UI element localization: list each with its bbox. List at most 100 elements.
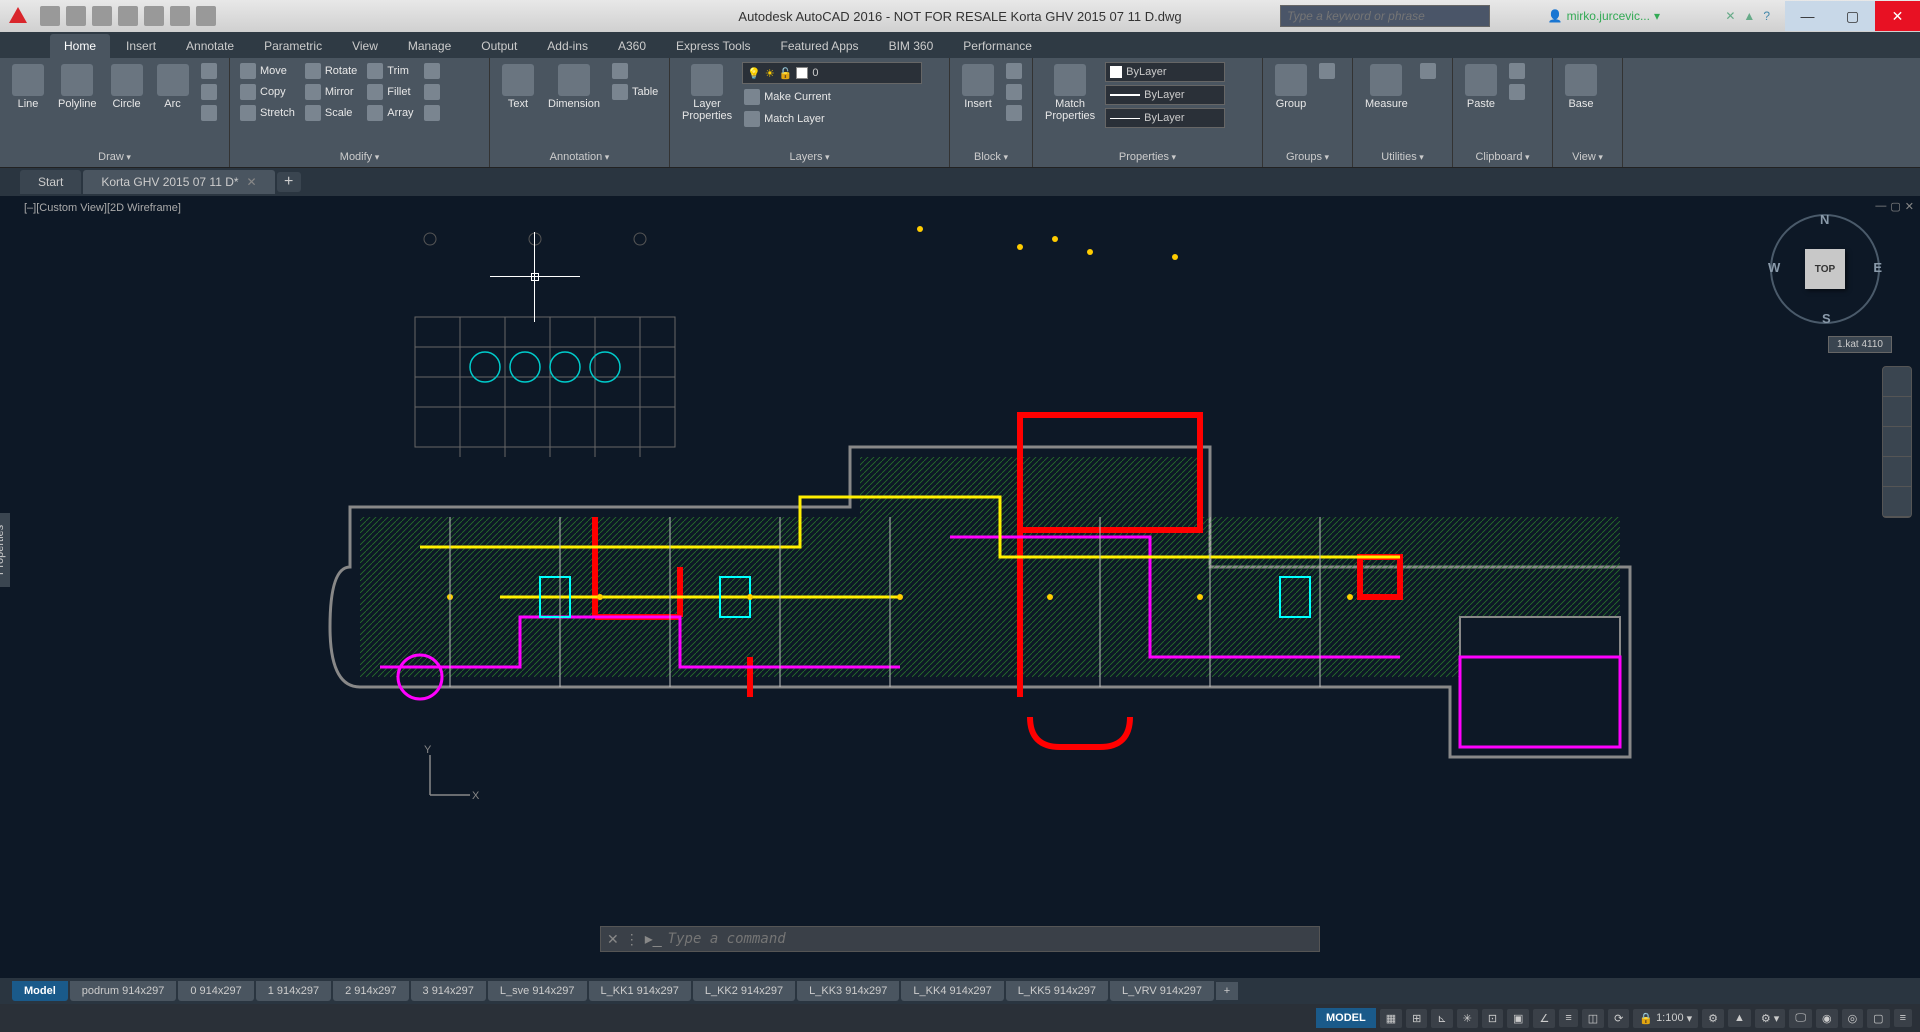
viewcube-east[interactable]: E — [1873, 260, 1882, 275]
text-button[interactable]: Text — [498, 62, 538, 112]
panel-properties-title[interactable]: Properties — [1041, 149, 1254, 165]
fillet-button[interactable]: Fillet — [365, 83, 415, 101]
nav-showmotion-icon[interactable] — [1883, 487, 1911, 517]
layout-tab-7[interactable]: L_KK1 914x297 — [589, 981, 691, 1001]
panel-utilities-title[interactable]: Utilities — [1361, 149, 1444, 165]
status-osnap-icon[interactable]: ⊡ — [1482, 1009, 1503, 1028]
qat-plot-icon[interactable] — [144, 6, 164, 26]
status-annoscale[interactable]: 🔒 1:100 ▾ — [1633, 1009, 1698, 1028]
status-polar-icon[interactable]: ✳ — [1457, 1009, 1478, 1028]
copy-button[interactable]: Copy — [238, 83, 297, 101]
viewcube-top-face[interactable]: TOP — [1805, 249, 1845, 289]
base-button[interactable]: Base — [1561, 62, 1601, 112]
modify-extra2[interactable] — [422, 83, 442, 101]
ucs-icon[interactable]: X Y — [420, 745, 480, 808]
paste-button[interactable]: Paste — [1461, 62, 1501, 112]
modify-extra1[interactable] — [422, 62, 442, 80]
status-ortho-icon[interactable]: ⊾ — [1431, 1009, 1452, 1028]
qat-redo-icon[interactable] — [196, 6, 216, 26]
autocad-logo-icon[interactable] — [4, 2, 32, 30]
panel-modify-title[interactable]: Modify — [238, 149, 481, 165]
stretch-button[interactable]: Stretch — [238, 104, 297, 122]
util-extra[interactable] — [1418, 62, 1438, 80]
scale-button[interactable]: Scale — [303, 104, 359, 122]
tab-annotate[interactable]: Annotate — [172, 34, 248, 58]
draw-extra1[interactable] — [199, 62, 219, 80]
status-grid-icon[interactable]: ▦ — [1380, 1009, 1402, 1028]
measure-button[interactable]: Measure — [1361, 62, 1412, 112]
layout-tab-10[interactable]: L_KK4 914x297 — [901, 981, 1003, 1001]
layout-tab-9[interactable]: L_KK3 914x297 — [797, 981, 899, 1001]
file-tab-start[interactable]: Start — [20, 170, 81, 194]
layer-properties-button[interactable]: LayerProperties — [678, 62, 736, 124]
panel-view-title[interactable]: View — [1561, 149, 1614, 165]
trim-button[interactable]: Trim — [365, 62, 415, 80]
layout-tab-5[interactable]: 3 914x297 — [411, 981, 486, 1001]
layout-tab-6[interactable]: L_sve 914x297 — [488, 981, 587, 1001]
status-model-indicator[interactable]: MODEL — [1316, 1008, 1376, 1028]
status-annovis-icon[interactable]: ▲ — [1728, 1009, 1751, 1027]
panel-layers-title[interactable]: Layers — [678, 149, 941, 165]
command-line[interactable]: ✕ ⋮ ▸_ — [600, 926, 1320, 952]
viewcube-south[interactable]: S — [1822, 311, 1831, 326]
leader-button[interactable] — [610, 62, 660, 80]
match-layer-button[interactable]: Match Layer — [742, 110, 922, 128]
layout-tab-model[interactable]: Model — [12, 981, 68, 1001]
user-account[interactable]: 👤 mirko.jurcevic... ▾ — [1548, 9, 1660, 23]
status-monitor-icon[interactable]: 🖵 — [1789, 1009, 1812, 1028]
nav-zoom-icon[interactable] — [1883, 427, 1911, 457]
status-otrack-icon[interactable]: ∠ — [1533, 1009, 1555, 1028]
mirror-button[interactable]: Mirror — [303, 83, 359, 101]
array-button[interactable]: Array — [365, 104, 415, 122]
status-transparency-icon[interactable]: ◫ — [1582, 1009, 1604, 1028]
close-button[interactable]: ✕ — [1875, 1, 1920, 31]
layer-combo[interactable]: 💡 ☀ 🔓 0 — [742, 62, 922, 84]
exchange-icon[interactable]: ✕ — [1725, 9, 1735, 23]
status-hardware-icon[interactable]: ◉ — [1816, 1009, 1838, 1028]
help-search[interactable] — [1280, 5, 1490, 27]
status-cleanscreen-icon[interactable]: ▢ — [1867, 1009, 1889, 1028]
status-3dosnap-icon[interactable]: ▣ — [1507, 1009, 1529, 1028]
modify-extra3[interactable] — [422, 104, 442, 122]
panel-clipboard-title[interactable]: Clipboard — [1461, 149, 1544, 165]
nav-wheel-icon[interactable] — [1883, 367, 1911, 397]
tab-express[interactable]: Express Tools — [662, 34, 764, 58]
command-input[interactable] — [668, 931, 1313, 947]
tab-output[interactable]: Output — [467, 34, 531, 58]
block-extra3[interactable] — [1004, 104, 1024, 122]
layout-tab-12[interactable]: L_VRV 914x297 — [1110, 981, 1214, 1001]
make-current-button[interactable]: Make Current — [742, 88, 922, 106]
help-icon[interactable]: ? — [1763, 9, 1770, 23]
minimize-button[interactable]: — — [1785, 1, 1830, 31]
tab-bim360[interactable]: BIM 360 — [875, 34, 948, 58]
lineweight-combo[interactable]: ByLayer — [1105, 85, 1225, 105]
panel-annotation-title[interactable]: Annotation — [498, 149, 661, 165]
layout-tab-2[interactable]: 0 914x297 — [178, 981, 253, 1001]
polyline-button[interactable]: Polyline — [54, 62, 101, 112]
status-gear-icon[interactable]: ⚙ — [1702, 1009, 1724, 1028]
color-combo[interactable]: ByLayer — [1105, 62, 1225, 82]
tab-featured[interactable]: Featured Apps — [767, 34, 873, 58]
viewcube-coord[interactable]: 1.kat 4110 — [1828, 336, 1892, 353]
layout-tab-1[interactable]: podrum 914x297 — [70, 981, 177, 1001]
qat-saveas-icon[interactable] — [118, 6, 138, 26]
circle-button[interactable]: Circle — [107, 62, 147, 112]
qat-open-icon[interactable] — [66, 6, 86, 26]
help-search-input[interactable] — [1280, 5, 1490, 27]
viewcube-west[interactable]: W — [1768, 260, 1780, 275]
tab-manage[interactable]: Manage — [394, 34, 465, 58]
match-properties-button[interactable]: MatchProperties — [1041, 62, 1099, 124]
insert-button[interactable]: Insert — [958, 62, 998, 112]
ungroup-button[interactable] — [1317, 62, 1337, 80]
arc-button[interactable]: Arc — [153, 62, 193, 112]
group-button[interactable]: Group — [1271, 62, 1311, 112]
status-lineweight-icon[interactable]: ≡ — [1559, 1009, 1577, 1027]
cmdline-handle-icon[interactable]: ⋮ — [625, 931, 639, 948]
tab-addins[interactable]: Add-ins — [533, 34, 602, 58]
layout-tab-3[interactable]: 1 914x297 — [256, 981, 331, 1001]
table-button[interactable]: Table — [610, 83, 660, 101]
status-customize-icon[interactable]: ≡ — [1894, 1009, 1912, 1027]
viewcube-north[interactable]: N — [1820, 212, 1829, 227]
tab-view[interactable]: View — [338, 34, 392, 58]
draw-extra2[interactable] — [199, 83, 219, 101]
